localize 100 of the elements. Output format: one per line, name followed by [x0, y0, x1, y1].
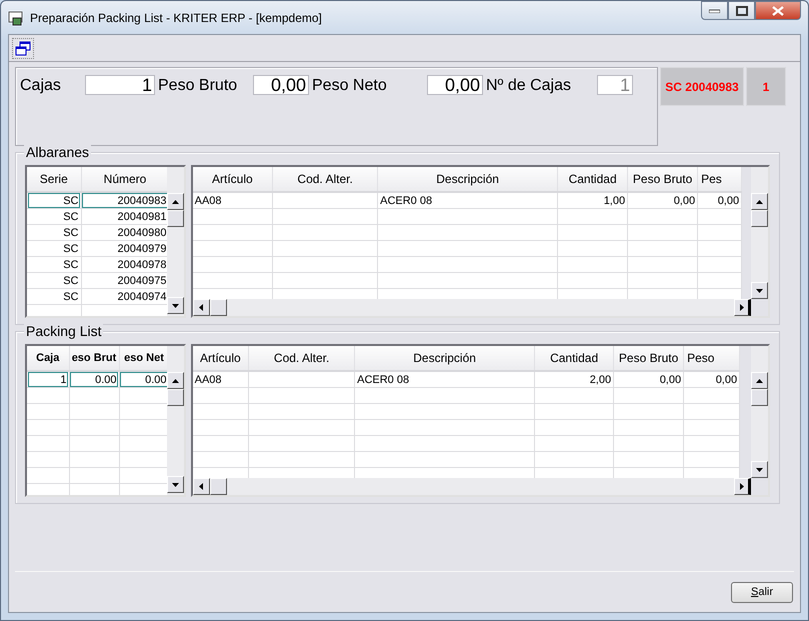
right-arrow-icon: [740, 483, 744, 490]
column-header[interactable]: Artículo: [192, 346, 249, 371]
field-label: Cajas: [20, 76, 62, 96]
scroll-up-button[interactable]: [751, 372, 768, 389]
column-header[interactable]: Cod. Alter.: [272, 167, 378, 192]
down-arrow-icon: [756, 288, 763, 292]
field-label: Peso Neto: [312, 76, 388, 96]
app-icon: [8, 10, 24, 26]
scroll-right-button[interactable]: [734, 299, 751, 316]
scrollbar-thumb[interactable]: [166, 210, 184, 227]
status-badge: SC 20040983: [660, 67, 744, 106]
table-cell: 1,00: [558, 192, 628, 208]
vertical-scrollbar[interactable]: [166, 167, 184, 316]
table-cell: 20040980: [81, 224, 167, 240]
up-arrow-icon: [172, 200, 179, 204]
table-cell: 0.00: [119, 371, 167, 388]
column-header[interactable]: eso Net: [119, 346, 167, 371]
table-cell: SC: [27, 272, 81, 288]
up-arrow-icon: [756, 200, 763, 204]
group-title: Albaranes: [24, 144, 92, 160]
table-cell: SC: [27, 256, 81, 272]
table-cell: 0,00: [628, 192, 698, 208]
exit-button[interactable]: Salir: [731, 582, 793, 602]
column-header[interactable]: Caja: [27, 346, 69, 371]
column-header[interactable]: eso Brut: [69, 346, 119, 371]
scroll-right-button[interactable]: [734, 478, 751, 495]
scrollbar-thumb[interactable]: [751, 389, 768, 406]
scroll-down-button[interactable]: [751, 461, 768, 478]
down-arrow-icon: [172, 304, 179, 308]
left-arrow-icon: [199, 483, 204, 490]
vertical-scrollbar[interactable]: [166, 346, 184, 495]
table-cell: 0,00: [614, 371, 684, 388]
window-title: Preparación Packing List - KRITER ERP - [kempdemo]: [30, 10, 323, 24]
table-cell: 20040975: [81, 272, 167, 288]
table-cell: AA08: [192, 371, 249, 388]
table-cell: 0,00: [684, 371, 740, 388]
table-cell: AA08: [192, 192, 273, 208]
table-cell: SC: [27, 192, 81, 208]
table-cell: SC: [27, 224, 81, 240]
scrollbar-thumb[interactable]: [166, 389, 184, 406]
scroll-down-button[interactable]: [166, 476, 184, 493]
column-header[interactable]: Cantidad: [534, 346, 614, 371]
field-label: Nº de Cajas: [486, 76, 572, 96]
column-header[interactable]: Artículo: [192, 167, 273, 192]
scroll-up-button[interactable]: [166, 372, 184, 389]
left-arrow-icon: [199, 304, 204, 311]
table-cell: 0,00: [698, 192, 742, 208]
table-cell: SC: [27, 208, 81, 224]
table-cell: 20040979: [81, 240, 167, 256]
table-cell: ACER0 08: [378, 192, 558, 208]
table-cell: ACER0 08: [354, 371, 535, 388]
table-cell: 1: [27, 371, 69, 388]
table-cell: 2,00: [534, 371, 614, 388]
down-arrow-icon: [756, 468, 763, 472]
scrollbar-thumb[interactable]: [210, 478, 227, 495]
column-header[interactable]: Descripción: [354, 346, 535, 371]
column-header[interactable]: Peso Bruto: [614, 346, 684, 371]
windows-icon: [15, 40, 31, 56]
column-header[interactable]: Serie: [27, 167, 81, 192]
column-header[interactable]: Cantidad: [558, 167, 628, 192]
group-title: Packing List: [24, 323, 104, 339]
column-header[interactable]: Número: [81, 167, 167, 192]
scroll-up-button[interactable]: [751, 193, 768, 210]
scroll-up-button[interactable]: [166, 193, 184, 210]
scrollbar-thumb[interactable]: [210, 299, 227, 316]
vertical-scrollbar[interactable]: [751, 346, 768, 495]
column-header[interactable]: Descripción: [378, 167, 558, 192]
scroll-left-button[interactable]: [192, 478, 210, 495]
column-header[interactable]: Peso Bruto: [628, 167, 698, 192]
scroll-down-button[interactable]: [751, 282, 768, 299]
column-header[interactable]: Pes: [698, 167, 742, 192]
field-label: Peso Bruto: [158, 76, 238, 96]
status-badge: 1: [746, 67, 786, 106]
vertical-scrollbar[interactable]: [751, 167, 768, 316]
scroll-down-button[interactable]: [166, 297, 184, 314]
scrollbar-thumb[interactable]: [751, 210, 768, 227]
table-cell: SC: [27, 288, 81, 304]
column-header[interactable]: Cod. Alter.: [248, 346, 355, 371]
table-cell: 20040974: [81, 288, 167, 304]
close-icon: [772, 6, 784, 16]
minimize-button[interactable]: [701, 1, 728, 20]
input-field[interactable]: 0,00: [253, 75, 309, 95]
down-arrow-icon: [172, 482, 179, 486]
up-arrow-icon: [756, 378, 763, 382]
input-field[interactable]: 1: [85, 75, 155, 95]
up-arrow-icon: [172, 378, 179, 382]
horizontal-scrollbar[interactable]: [192, 299, 751, 316]
maximize-button[interactable]: [728, 1, 755, 20]
scroll-left-button[interactable]: [192, 299, 210, 316]
windows-button[interactable]: [12, 38, 34, 58]
column-header[interactable]: Peso: [684, 346, 740, 371]
right-arrow-icon: [740, 304, 744, 311]
table-cell: SC: [27, 240, 81, 256]
minimize-icon: [709, 8, 720, 12]
table-cell: 20040983: [81, 192, 167, 208]
input-field[interactable]: 0,00: [427, 75, 483, 95]
close-button[interactable]: [755, 1, 801, 20]
horizontal-scrollbar[interactable]: [192, 478, 751, 495]
table-cell: 0.00: [69, 371, 119, 388]
table-cell: 20040978: [81, 256, 167, 272]
